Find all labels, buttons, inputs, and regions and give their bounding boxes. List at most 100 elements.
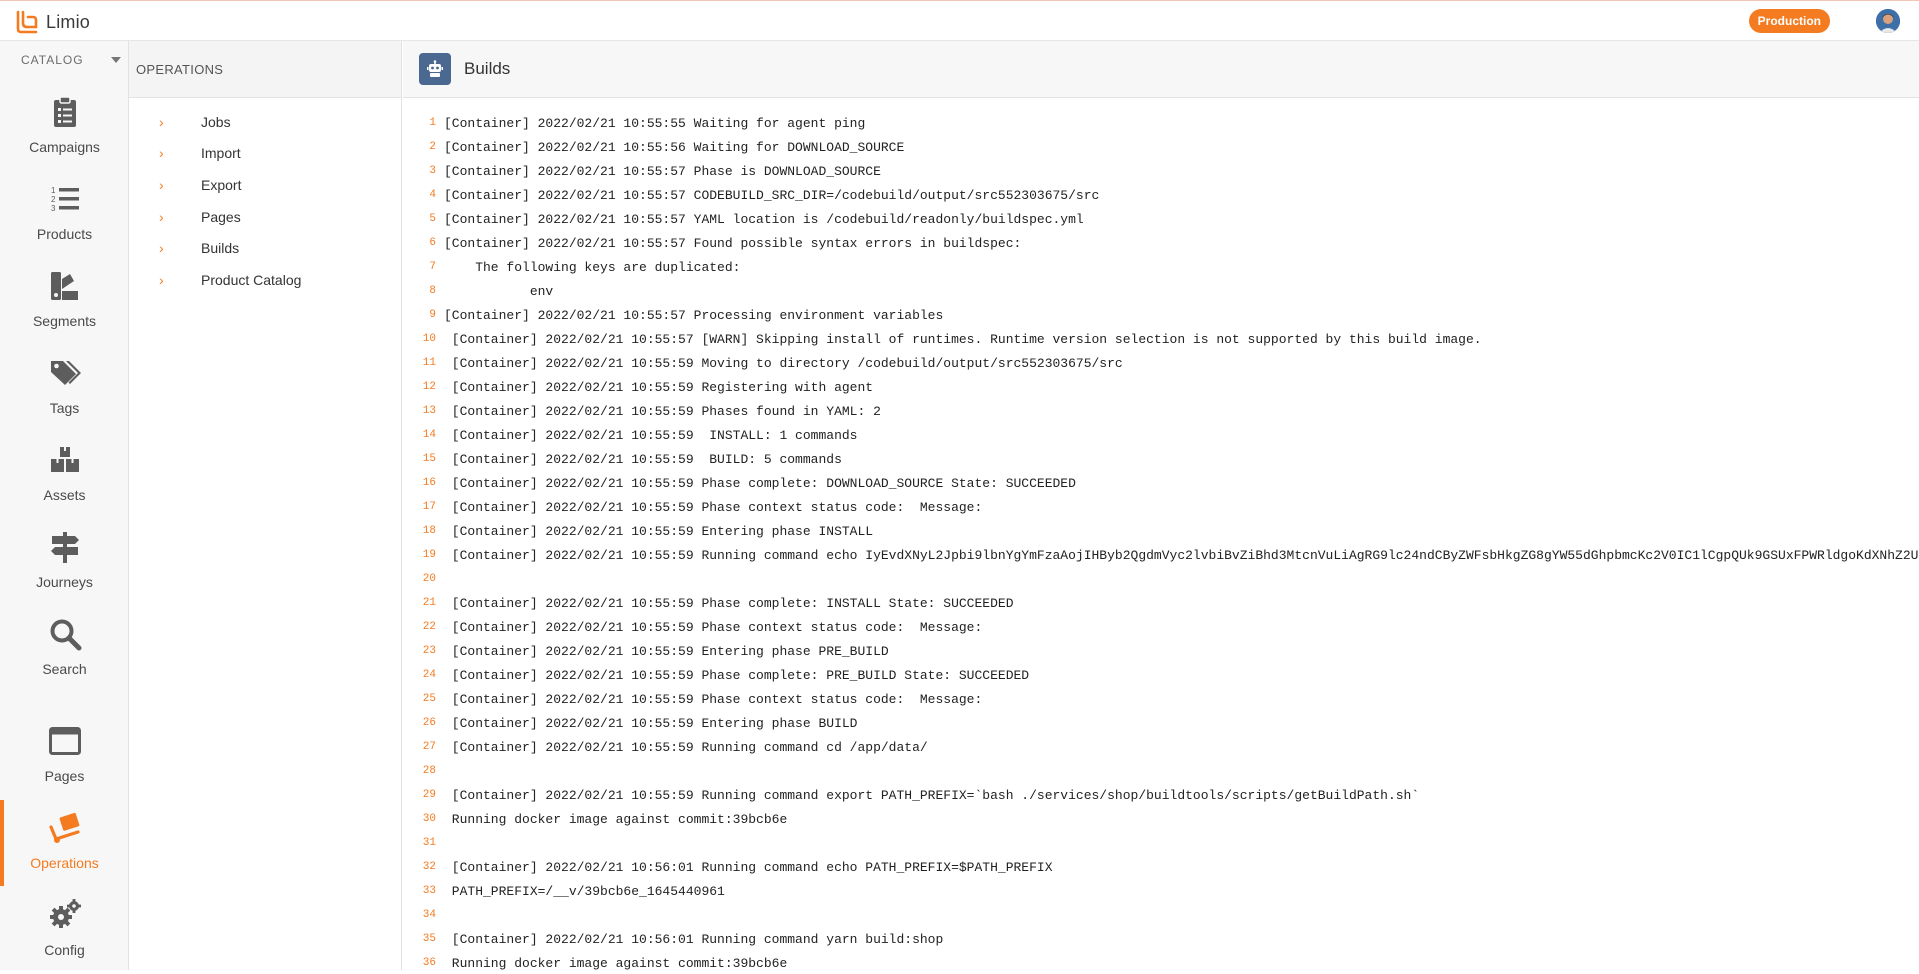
subnav-item-jobs[interactable]: › Jobs xyxy=(129,106,401,138)
rail-label-pages: Pages xyxy=(44,768,85,784)
user-avatar[interactable] xyxy=(1876,9,1900,33)
rail-item-config[interactable]: Config xyxy=(0,894,129,974)
log-line: 26 [Container] 2022/02/21 10:55:59 Enter… xyxy=(403,711,1919,735)
rail-label-segments: Segments xyxy=(32,313,97,329)
log-line-number: 9 xyxy=(429,309,436,321)
log-line-number: 35 xyxy=(422,933,436,945)
log-line-number: 25 xyxy=(422,693,436,705)
log-line-text: [Container] 2022/02/21 10:55:57 Phase is… xyxy=(444,163,881,179)
log-line-number: 2 xyxy=(429,141,436,153)
log-line-text: PATH_PREFIX=/__v/39bcb6e_1645440961 xyxy=(444,883,725,899)
chevron-right-icon: › xyxy=(159,240,164,257)
rail-item-assets[interactable]: Assets xyxy=(0,439,129,519)
robot-icon xyxy=(419,53,451,85)
log-line-number: 34 xyxy=(422,909,436,921)
rail-item-pages[interactable]: Pages xyxy=(0,720,129,800)
log-line-text: [Container] 2022/02/21 10:55:59 Entering… xyxy=(444,715,858,731)
log-line-text: Running docker image against commit:39bc… xyxy=(444,811,788,827)
tags-icon xyxy=(50,361,81,385)
log-line-number: 23 xyxy=(422,645,436,657)
log-line: 29 [Container] 2022/02/21 10:55:59 Runni… xyxy=(403,783,1919,807)
log-line: 8 env xyxy=(403,279,1919,303)
user-photo-icon xyxy=(1876,9,1900,33)
log-line-number: 14 xyxy=(422,429,436,441)
log-line-text: [Container] 2022/02/21 10:55:59 Phase co… xyxy=(444,595,1014,611)
log-line-number: 8 xyxy=(429,285,436,297)
subnav-item-import[interactable]: › Import xyxy=(129,138,401,170)
hand-truck-icon xyxy=(48,812,80,843)
log-line-number: 7 xyxy=(429,261,436,273)
catalog-dropdown[interactable]: CATALOG xyxy=(0,41,128,78)
subnav-item-pages[interactable]: › Pages xyxy=(129,201,401,233)
log-line: 35 [Container] 2022/02/21 10:56:01 Runni… xyxy=(403,927,1919,951)
log-line-text: [Container] 2022/02/21 10:55:59 Running … xyxy=(444,739,928,755)
log-line: 11 [Container] 2022/02/21 10:55:59 Movin… xyxy=(403,351,1919,375)
rail-label-config: Config xyxy=(44,942,85,958)
log-line-text: [Container] 2022/02/21 10:55:59 Phase co… xyxy=(444,619,983,635)
log-line: 24 [Container] 2022/02/21 10:55:59 Phase… xyxy=(403,663,1919,687)
log-line-number: 22 xyxy=(422,621,436,633)
log-line-number: 12 xyxy=(422,381,436,393)
rail-item-campaigns[interactable]: Campaigns xyxy=(0,91,129,171)
log-line: 4 [Container] 2022/02/21 10:55:57 CODEBUI… xyxy=(403,183,1919,207)
catalog-header: CATALOG xyxy=(21,52,84,67)
caret-down-icon xyxy=(111,57,121,63)
log-line-number: 13 xyxy=(422,405,436,417)
log-line-number: 26 xyxy=(422,717,436,729)
rail-item-search[interactable]: Search xyxy=(0,613,129,693)
log-line-text: [Container] 2022/02/21 10:55:59 Moving t… xyxy=(444,355,1123,371)
log-line: 9 [Container] 2022/02/21 10:55:57 Process… xyxy=(403,303,1919,327)
log-line-text: [Container] 2022/02/21 10:55:55 Waiting … xyxy=(444,115,866,131)
log-line-number: 30 xyxy=(422,813,436,825)
log-line-text: [Container] 2022/02/21 10:55:57 Found po… xyxy=(444,235,1022,251)
log-line: 6 [Container] 2022/02/21 10:55:57 Found p… xyxy=(403,231,1919,255)
rail-label-assets: Assets xyxy=(43,487,86,503)
log-line-number: 27 xyxy=(422,741,436,753)
chevron-right-icon: › xyxy=(159,176,164,193)
log-line: 23 [Container] 2022/02/21 10:55:59 Enter… xyxy=(403,639,1919,663)
log-line-number: 18 xyxy=(422,525,436,537)
builds-panel: Builds 1 [Container] 2022/02/21 10:55:55 … xyxy=(403,41,1919,970)
subnav-item-product-catalog[interactable]: › Product Catalog xyxy=(129,264,401,296)
subnav-item-builds[interactable]: › Builds xyxy=(129,232,401,264)
rail-item-products[interactable]: 1 2 3 Products xyxy=(0,178,129,258)
log-line: 25 [Container] 2022/02/21 10:55:59 Phase… xyxy=(403,687,1919,711)
log-line: 19 [Container] 2022/02/21 10:55:59 Runni… xyxy=(403,543,1919,567)
boxes-icon xyxy=(50,447,79,472)
rail-item-journeys[interactable]: Journeys xyxy=(0,526,129,606)
log-line: 36 Running docker image against commit:3… xyxy=(403,951,1919,971)
subnav-item-export[interactable]: › Export xyxy=(129,169,401,201)
log-line: 3 [Container] 2022/02/21 10:55:57 Phase i… xyxy=(403,159,1919,183)
log-line-text: [Container] 2022/02/21 10:55:59 Phase co… xyxy=(444,667,1030,683)
log-line-text: Running docker image against commit:39bc… xyxy=(444,955,788,971)
log-line: 16 [Container] 2022/02/21 10:55:59 Phase… xyxy=(403,471,1919,495)
segments-icon xyxy=(50,272,78,300)
subnav-label-jobs: Jobs xyxy=(201,113,231,130)
log-line-text: [Container] 2022/02/21 10:55:59 Register… xyxy=(444,379,874,395)
build-log[interactable]: 1 [Container] 2022/02/21 10:55:55 Waiting… xyxy=(403,111,1919,971)
subnav-label-product-catalog: Product Catalog xyxy=(201,271,302,288)
log-line: 5 [Container] 2022/02/21 10:55:57 YAML lo… xyxy=(403,207,1919,231)
log-line-number: 24 xyxy=(422,669,436,681)
log-line-number: 3 xyxy=(429,165,436,177)
log-line-number: 32 xyxy=(422,861,436,873)
log-line: 28 xyxy=(403,759,1919,783)
app-logo[interactable]: Limio xyxy=(14,9,90,35)
log-line-text: [Container] 2022/02/21 10:55:59 Entering… xyxy=(444,643,889,659)
rail-label-search: Search xyxy=(42,661,87,677)
log-line: 32 [Container] 2022/02/21 10:56:01 Runni… xyxy=(403,855,1919,879)
log-line: 15 [Container] 2022/02/21 10:55:59 BUILD… xyxy=(403,447,1919,471)
log-line-text: [Container] 2022/02/21 10:55:59 Running … xyxy=(444,787,1420,803)
environment-badge[interactable]: Production xyxy=(1748,9,1830,33)
log-line-number: 29 xyxy=(422,789,436,801)
log-line-text: env xyxy=(444,283,554,299)
rail-item-tags[interactable]: Tags xyxy=(0,352,129,432)
log-line-text: [Container] 2022/02/21 10:55:57 [WARN] S… xyxy=(444,331,1482,347)
rail-item-segments[interactable]: Segments xyxy=(0,265,129,345)
rail-label-products: Products xyxy=(36,226,93,242)
rail-label-operations: Operations xyxy=(30,855,99,871)
rail-item-operations[interactable]: Operations xyxy=(0,800,129,887)
log-line-text: [Container] 2022/02/21 10:55:59 BUILD: 5… xyxy=(444,451,842,467)
log-line-number: 5 xyxy=(429,213,436,225)
svg-text:1: 1 xyxy=(51,186,56,195)
